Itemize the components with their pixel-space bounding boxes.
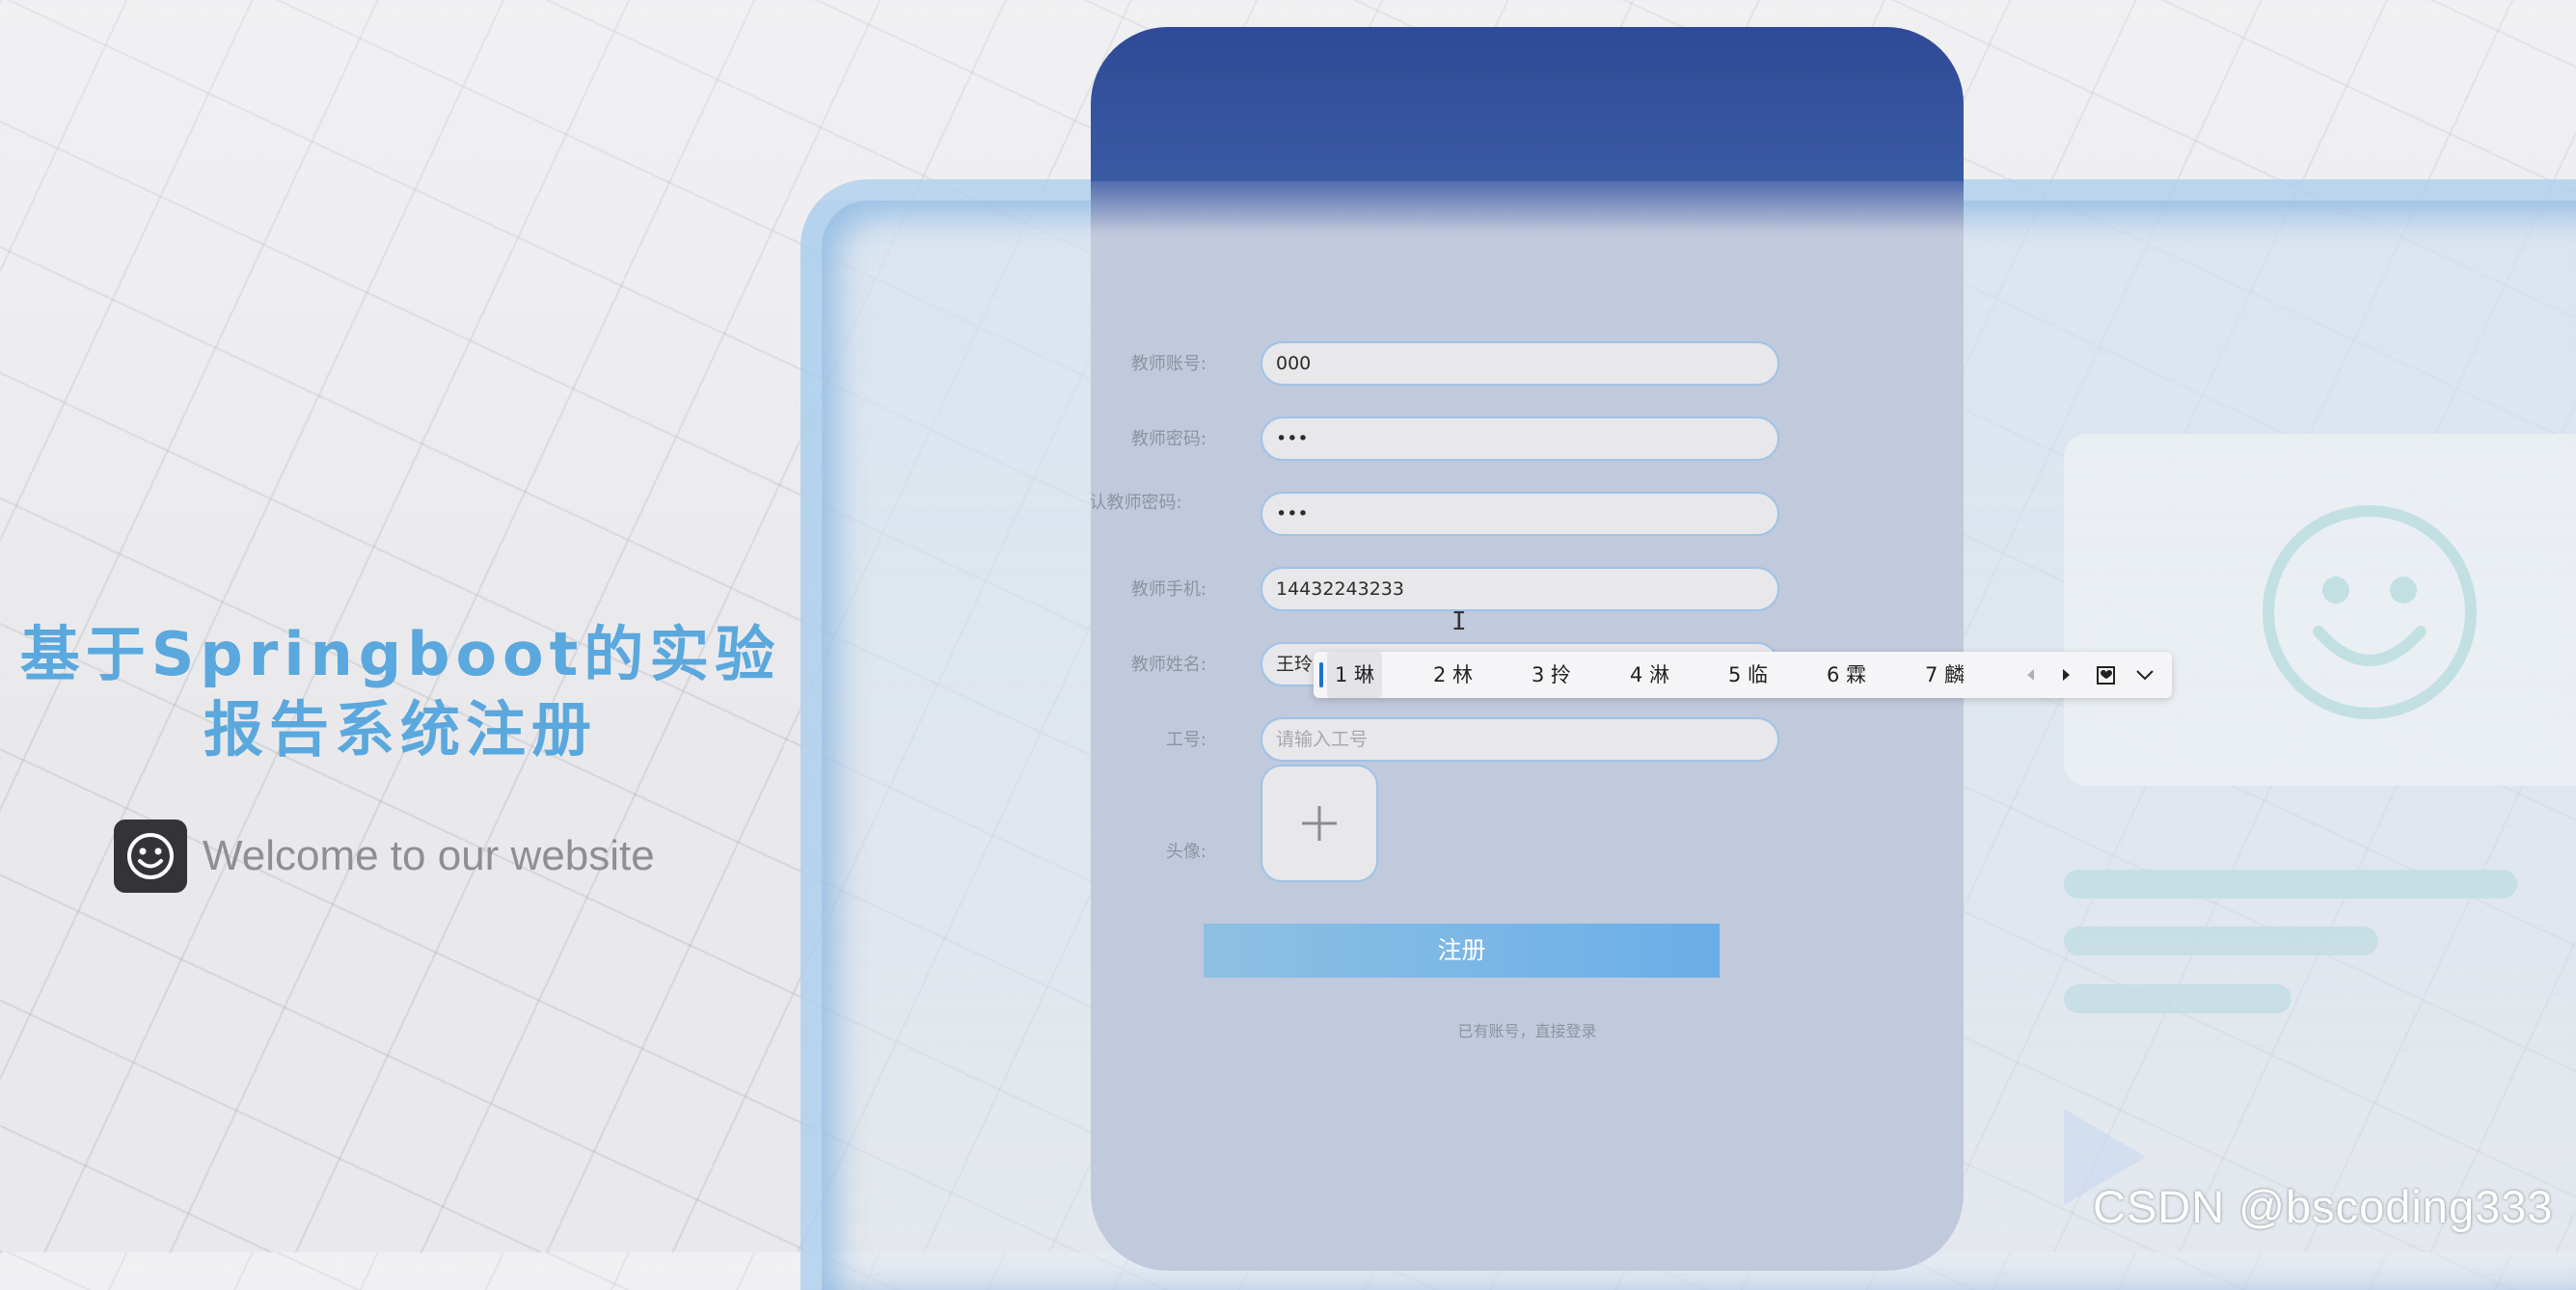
account-input[interactable]: 000 [1261, 341, 1779, 386]
decorative-bar [2064, 870, 2517, 899]
plus-icon [1302, 806, 1337, 841]
avatar-upload[interactable] [1261, 765, 1378, 882]
staff-id-input[interactable]: 请输入工号 [1261, 717, 1779, 762]
next-page-icon[interactable] [2054, 663, 2077, 686]
prev-page-icon[interactable] [2020, 663, 2043, 686]
confirm-password-label: 确认教师密码: [1091, 493, 1182, 513]
decorative-bar [2064, 984, 2291, 1013]
selection-indicator [1319, 662, 1323, 687]
ime-candidate[interactable]: 3 拎 [1524, 652, 1579, 698]
card-header [1091, 27, 1964, 181]
confirm-password-input[interactable]: ••• [1261, 492, 1779, 536]
watermark: CSDN @bscoding333 [2093, 1181, 2554, 1232]
ime-candidate[interactable]: 4 淋 [1622, 652, 1677, 698]
register-card: 教师账号: 000 教师密码: ••• 确认教师密码: ••• 教师手机: 14… [1091, 27, 1964, 1271]
card-header-fade [1091, 176, 1964, 234]
phone-label: 教师手机: [1130, 579, 1207, 600]
smiley-face-icon [2263, 505, 2477, 719]
welcome-banner: Welcome to our website [114, 820, 655, 893]
ime-candidate-bar: 1 琳 2 林 3 拎 4 淋 5 临 6 霖 7 麟 [1314, 652, 2172, 698]
ime-candidate[interactable]: 1 琳 [1327, 652, 1383, 698]
page-title: 基于Springboot的实验 报告系统注册 [0, 617, 800, 767]
account-label: 教师账号: [1130, 354, 1207, 374]
text-cursor-icon: I [1451, 607, 1467, 636]
name-label: 教师姓名: [1130, 655, 1207, 675]
password-input[interactable]: ••• [1261, 417, 1779, 461]
staff-id-label: 工号: [1165, 730, 1207, 750]
phone-input[interactable]: 14432243233 [1261, 567, 1779, 611]
skin-icon[interactable] [2095, 663, 2118, 686]
avatar-label: 头像: [1165, 842, 1207, 862]
register-button[interactable]: 注册 [1204, 924, 1720, 978]
welcome-text: Welcome to our website [203, 832, 655, 879]
smiley-face-icon [114, 820, 187, 893]
decorative-bar [2064, 927, 2378, 955]
ime-candidate[interactable]: 7 麟 [1917, 652, 1972, 698]
password-label: 教师密码: [1130, 429, 1207, 449]
ime-candidate[interactable]: 6 霖 [1819, 652, 1874, 698]
ime-candidate[interactable]: 2 林 [1425, 652, 1480, 698]
expand-chevron-icon[interactable] [2133, 663, 2156, 686]
ime-candidate[interactable]: 5 临 [1721, 652, 1776, 698]
login-link[interactable]: 已有账号，直接登录 [1091, 1018, 1964, 1041]
page-title-line2: 报告系统注册 [203, 694, 597, 765]
page-title-line1: 基于Springboot的实验 [19, 619, 781, 689]
